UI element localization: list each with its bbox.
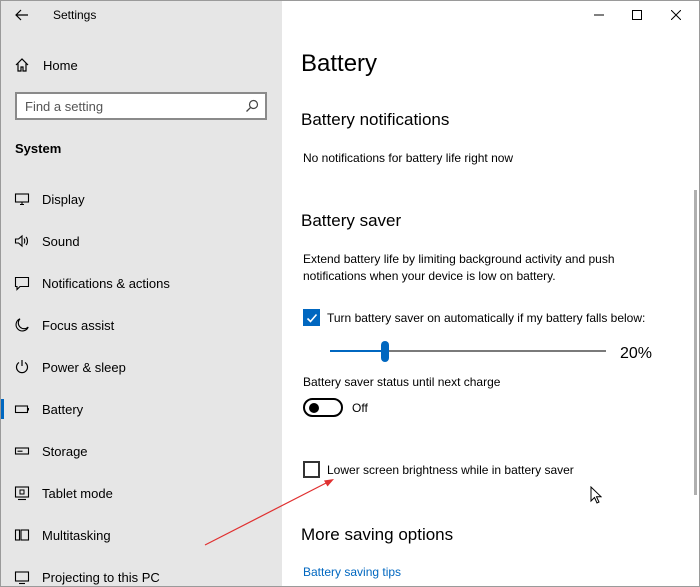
sound-icon xyxy=(14,234,29,248)
sidebar-item-label: Projecting to this PC xyxy=(42,570,160,585)
battery-saving-tips-link[interactable]: Battery saving tips xyxy=(303,565,401,579)
more-saving-heading: More saving options xyxy=(301,525,454,544)
sidebar-item-label: Power & sleep xyxy=(42,360,126,375)
maximize-icon xyxy=(632,10,642,20)
sidebar-item-notifications[interactable]: Notifications & actions xyxy=(0,265,282,301)
back-button[interactable] xyxy=(6,3,38,27)
close-icon xyxy=(671,10,681,20)
battery-threshold-slider[interactable] xyxy=(330,340,606,364)
page-title: Battery xyxy=(301,50,378,77)
sidebar-item-label: Battery xyxy=(42,402,84,417)
app-title: Settings xyxy=(53,8,97,22)
sidebar-item-home[interactable]: Home xyxy=(0,50,282,80)
back-arrow-icon xyxy=(15,9,28,21)
active-indicator xyxy=(0,399,4,419)
storage-icon xyxy=(14,447,30,455)
slider-thumb[interactable] xyxy=(381,341,389,362)
sidebar-item-label: Storage xyxy=(42,444,88,459)
minimize-button[interactable] xyxy=(581,0,617,30)
sidebar-item-tablet-mode[interactable]: Tablet mode xyxy=(0,475,282,511)
notifications-text: No notifications for battery life right … xyxy=(303,151,514,165)
search-input[interactable]: Find a setting xyxy=(15,92,267,120)
notifications-icon xyxy=(14,276,30,291)
sidebar-item-label: Home xyxy=(43,58,78,73)
lower-brightness-checkbox[interactable] xyxy=(303,461,320,478)
minimize-icon xyxy=(594,14,604,16)
sidebar-item-sound[interactable]: Sound xyxy=(0,223,282,259)
sidebar-item-battery[interactable]: Battery xyxy=(0,391,282,427)
title-bar: Settings xyxy=(0,0,282,31)
moon-icon xyxy=(15,318,29,332)
sidebar-item-label: Focus assist xyxy=(42,318,115,333)
battery-saver-description-line1: Extend battery life by limiting backgrou… xyxy=(303,252,615,266)
multitasking-icon xyxy=(14,529,30,541)
sidebar-item-label: Multitasking xyxy=(42,528,111,543)
auto-battery-saver-checkbox[interactable] xyxy=(303,309,320,326)
battery-saver-description-line2: notifications when your device is low on… xyxy=(303,269,556,283)
section-header: System xyxy=(15,141,62,156)
sidebar: Settings Home Find a setting System Disp… xyxy=(0,0,282,587)
maximize-button[interactable] xyxy=(619,0,655,30)
sidebar-item-power-sleep[interactable]: Power & sleep xyxy=(0,349,282,385)
close-button[interactable] xyxy=(658,0,694,30)
sidebar-item-label: Notifications & actions xyxy=(42,276,170,291)
sidebar-item-label: Tablet mode xyxy=(42,486,113,501)
lower-brightness-label: Lower screen brightness while in battery… xyxy=(327,463,574,477)
notifications-heading: Battery notifications xyxy=(301,110,450,129)
scrollbar[interactable] xyxy=(694,190,697,495)
tablet-icon xyxy=(14,486,30,501)
sidebar-item-display[interactable]: Display xyxy=(0,181,282,217)
mouse-cursor-icon xyxy=(590,486,602,504)
checkmark-icon xyxy=(306,313,318,323)
auto-battery-saver-label: Turn battery saver on automatically if m… xyxy=(327,311,646,325)
slider-fill xyxy=(330,350,385,352)
battery-icon xyxy=(14,405,29,414)
sidebar-item-label: Sound xyxy=(42,234,80,249)
sidebar-item-projecting[interactable]: Projecting to this PC xyxy=(0,559,282,587)
toggle-state-label: Off xyxy=(352,401,368,415)
sidebar-item-multitasking[interactable]: Multitasking xyxy=(0,517,282,553)
projecting-icon xyxy=(14,571,30,585)
home-icon xyxy=(15,58,29,72)
display-icon xyxy=(14,193,30,206)
saver-status-label: Battery saver status until next charge xyxy=(303,375,501,389)
threshold-value: 20% xyxy=(620,345,653,362)
toggle-knob xyxy=(309,403,319,413)
search-icon xyxy=(246,99,259,112)
battery-saver-heading: Battery saver xyxy=(301,211,402,230)
battery-saver-toggle[interactable] xyxy=(303,398,343,417)
main-content: Battery Battery notifications No notific… xyxy=(282,0,700,587)
power-icon xyxy=(15,360,29,374)
sidebar-item-label: Display xyxy=(42,192,85,207)
search-placeholder: Find a setting xyxy=(25,99,104,114)
sidebar-item-storage[interactable]: Storage xyxy=(0,433,282,469)
sidebar-item-focus-assist[interactable]: Focus assist xyxy=(0,307,282,343)
